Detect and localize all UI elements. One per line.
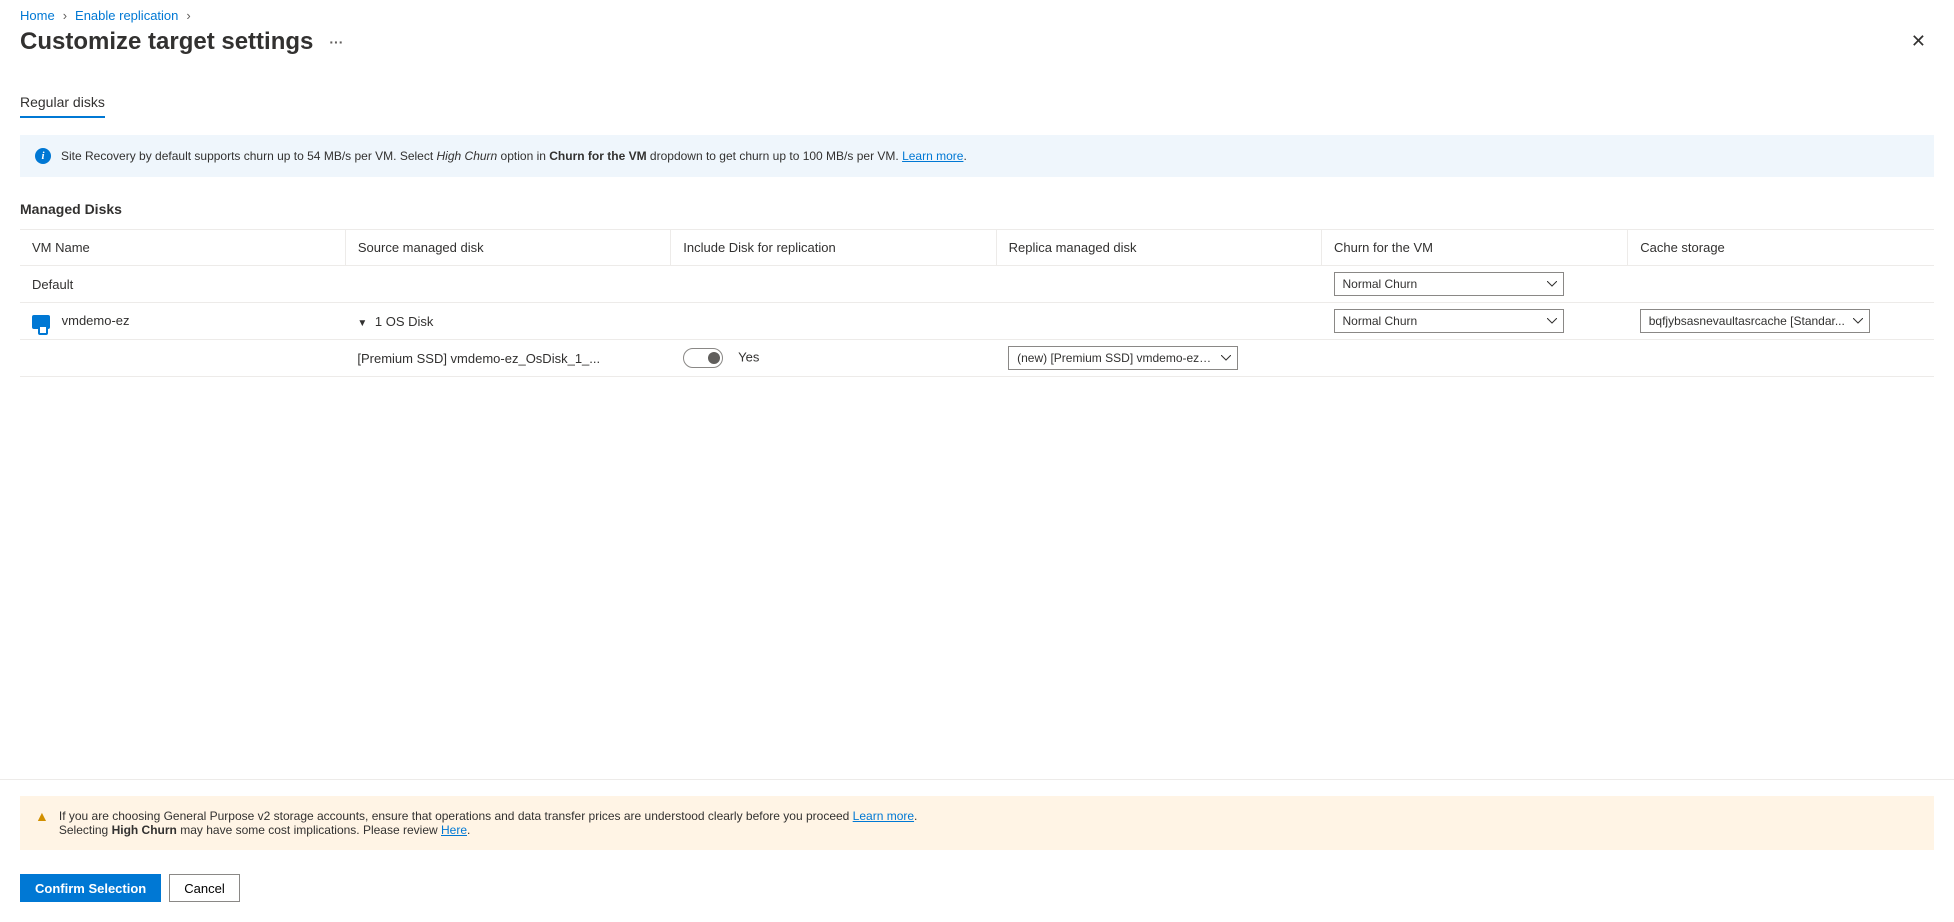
col-header-include-disk: Include Disk for replication — [671, 230, 996, 266]
more-icon[interactable]: ··· — [329, 34, 343, 50]
replica-disk-dropdown[interactable]: (new) [Premium SSD] vmdemo-ez_... — [1008, 346, 1238, 370]
col-header-cache: Cache storage — [1628, 230, 1934, 266]
vm-name: vmdemo-ez — [62, 313, 130, 328]
table-row-default: Default Normal Churn — [20, 266, 1934, 303]
chevron-down-icon — [1547, 281, 1557, 287]
chevron-down-icon — [1221, 355, 1231, 361]
info-italic: High Churn — [437, 149, 498, 163]
chevron-down-icon — [1853, 318, 1863, 324]
info-text: Site Recovery by default supports churn … — [61, 149, 437, 163]
col-header-source-disk: Source managed disk — [345, 230, 670, 266]
table-row-disk: [Premium SSD] vmdemo-ez_OsDisk_1_... Yes… — [20, 340, 1934, 377]
cancel-button[interactable]: Cancel — [169, 874, 239, 902]
managed-disks-table: VM Name Source managed disk Include Disk… — [20, 229, 1934, 377]
include-disk-value: Yes — [738, 349, 759, 364]
source-disk-name: [Premium SSD] vmdemo-ez_OsDisk_1_... — [345, 340, 670, 377]
default-churn-dropdown[interactable]: Normal Churn — [1334, 272, 1564, 296]
vm-churn-dropdown[interactable]: Normal Churn — [1334, 309, 1564, 333]
warning-bold: High Churn — [112, 823, 177, 837]
info-icon: i — [35, 148, 51, 164]
col-header-replica-disk: Replica managed disk — [996, 230, 1321, 266]
warning-learn-more-link[interactable]: Learn more — [853, 809, 914, 823]
warning-here-link[interactable]: Here — [441, 823, 467, 837]
chevron-down-icon — [1547, 318, 1557, 324]
confirm-selection-button[interactable]: Confirm Selection — [20, 874, 161, 902]
warning-icon: ▲ — [35, 809, 49, 837]
os-disk-summary: 1 OS Disk — [375, 314, 434, 329]
info-learn-more-link[interactable]: Learn more — [902, 149, 963, 163]
info-text: dropdown to get churn up to 100 MB/s per… — [647, 149, 902, 163]
warning-text: Selecting — [59, 823, 112, 837]
warning-text: If you are choosing General Purpose v2 s… — [59, 809, 853, 823]
info-banner: i Site Recovery by default supports chur… — [20, 135, 1934, 177]
tabs: Regular disks — [20, 88, 1934, 119]
cache-storage-dropdown[interactable]: bqfjybsasnevaultasrcache [Standar... — [1640, 309, 1870, 333]
table-row-vm: vmdemo-ez ▼ 1 OS Disk Normal Churn — [20, 303, 1934, 340]
vm-icon — [32, 315, 50, 329]
breadcrumb: Home › Enable replication › — [20, 8, 1934, 23]
chevron-right-icon: › — [63, 8, 67, 23]
page-title: Customize target settings ··· — [20, 28, 343, 56]
warning-text: may have some cost implications. Please … — [177, 823, 441, 837]
col-header-churn: Churn for the VM — [1322, 230, 1628, 266]
warning-banner: ▲ If you are choosing General Purpose v2… — [20, 796, 1934, 850]
info-text: option in — [497, 149, 549, 163]
chevron-right-icon: › — [186, 8, 190, 23]
tab-regular-disks[interactable]: Regular disks — [20, 88, 105, 118]
caret-down-icon[interactable]: ▼ — [357, 318, 367, 329]
breadcrumb-home[interactable]: Home — [20, 8, 55, 23]
breadcrumb-enable-replication[interactable]: Enable replication — [75, 8, 178, 23]
include-disk-toggle[interactable] — [683, 348, 723, 368]
default-label: Default — [20, 266, 345, 303]
section-heading: Managed Disks — [20, 201, 1934, 217]
col-header-vm-name: VM Name — [20, 230, 345, 266]
close-icon[interactable]: ✕ — [1903, 27, 1934, 56]
info-bold: Churn for the VM — [549, 149, 646, 163]
